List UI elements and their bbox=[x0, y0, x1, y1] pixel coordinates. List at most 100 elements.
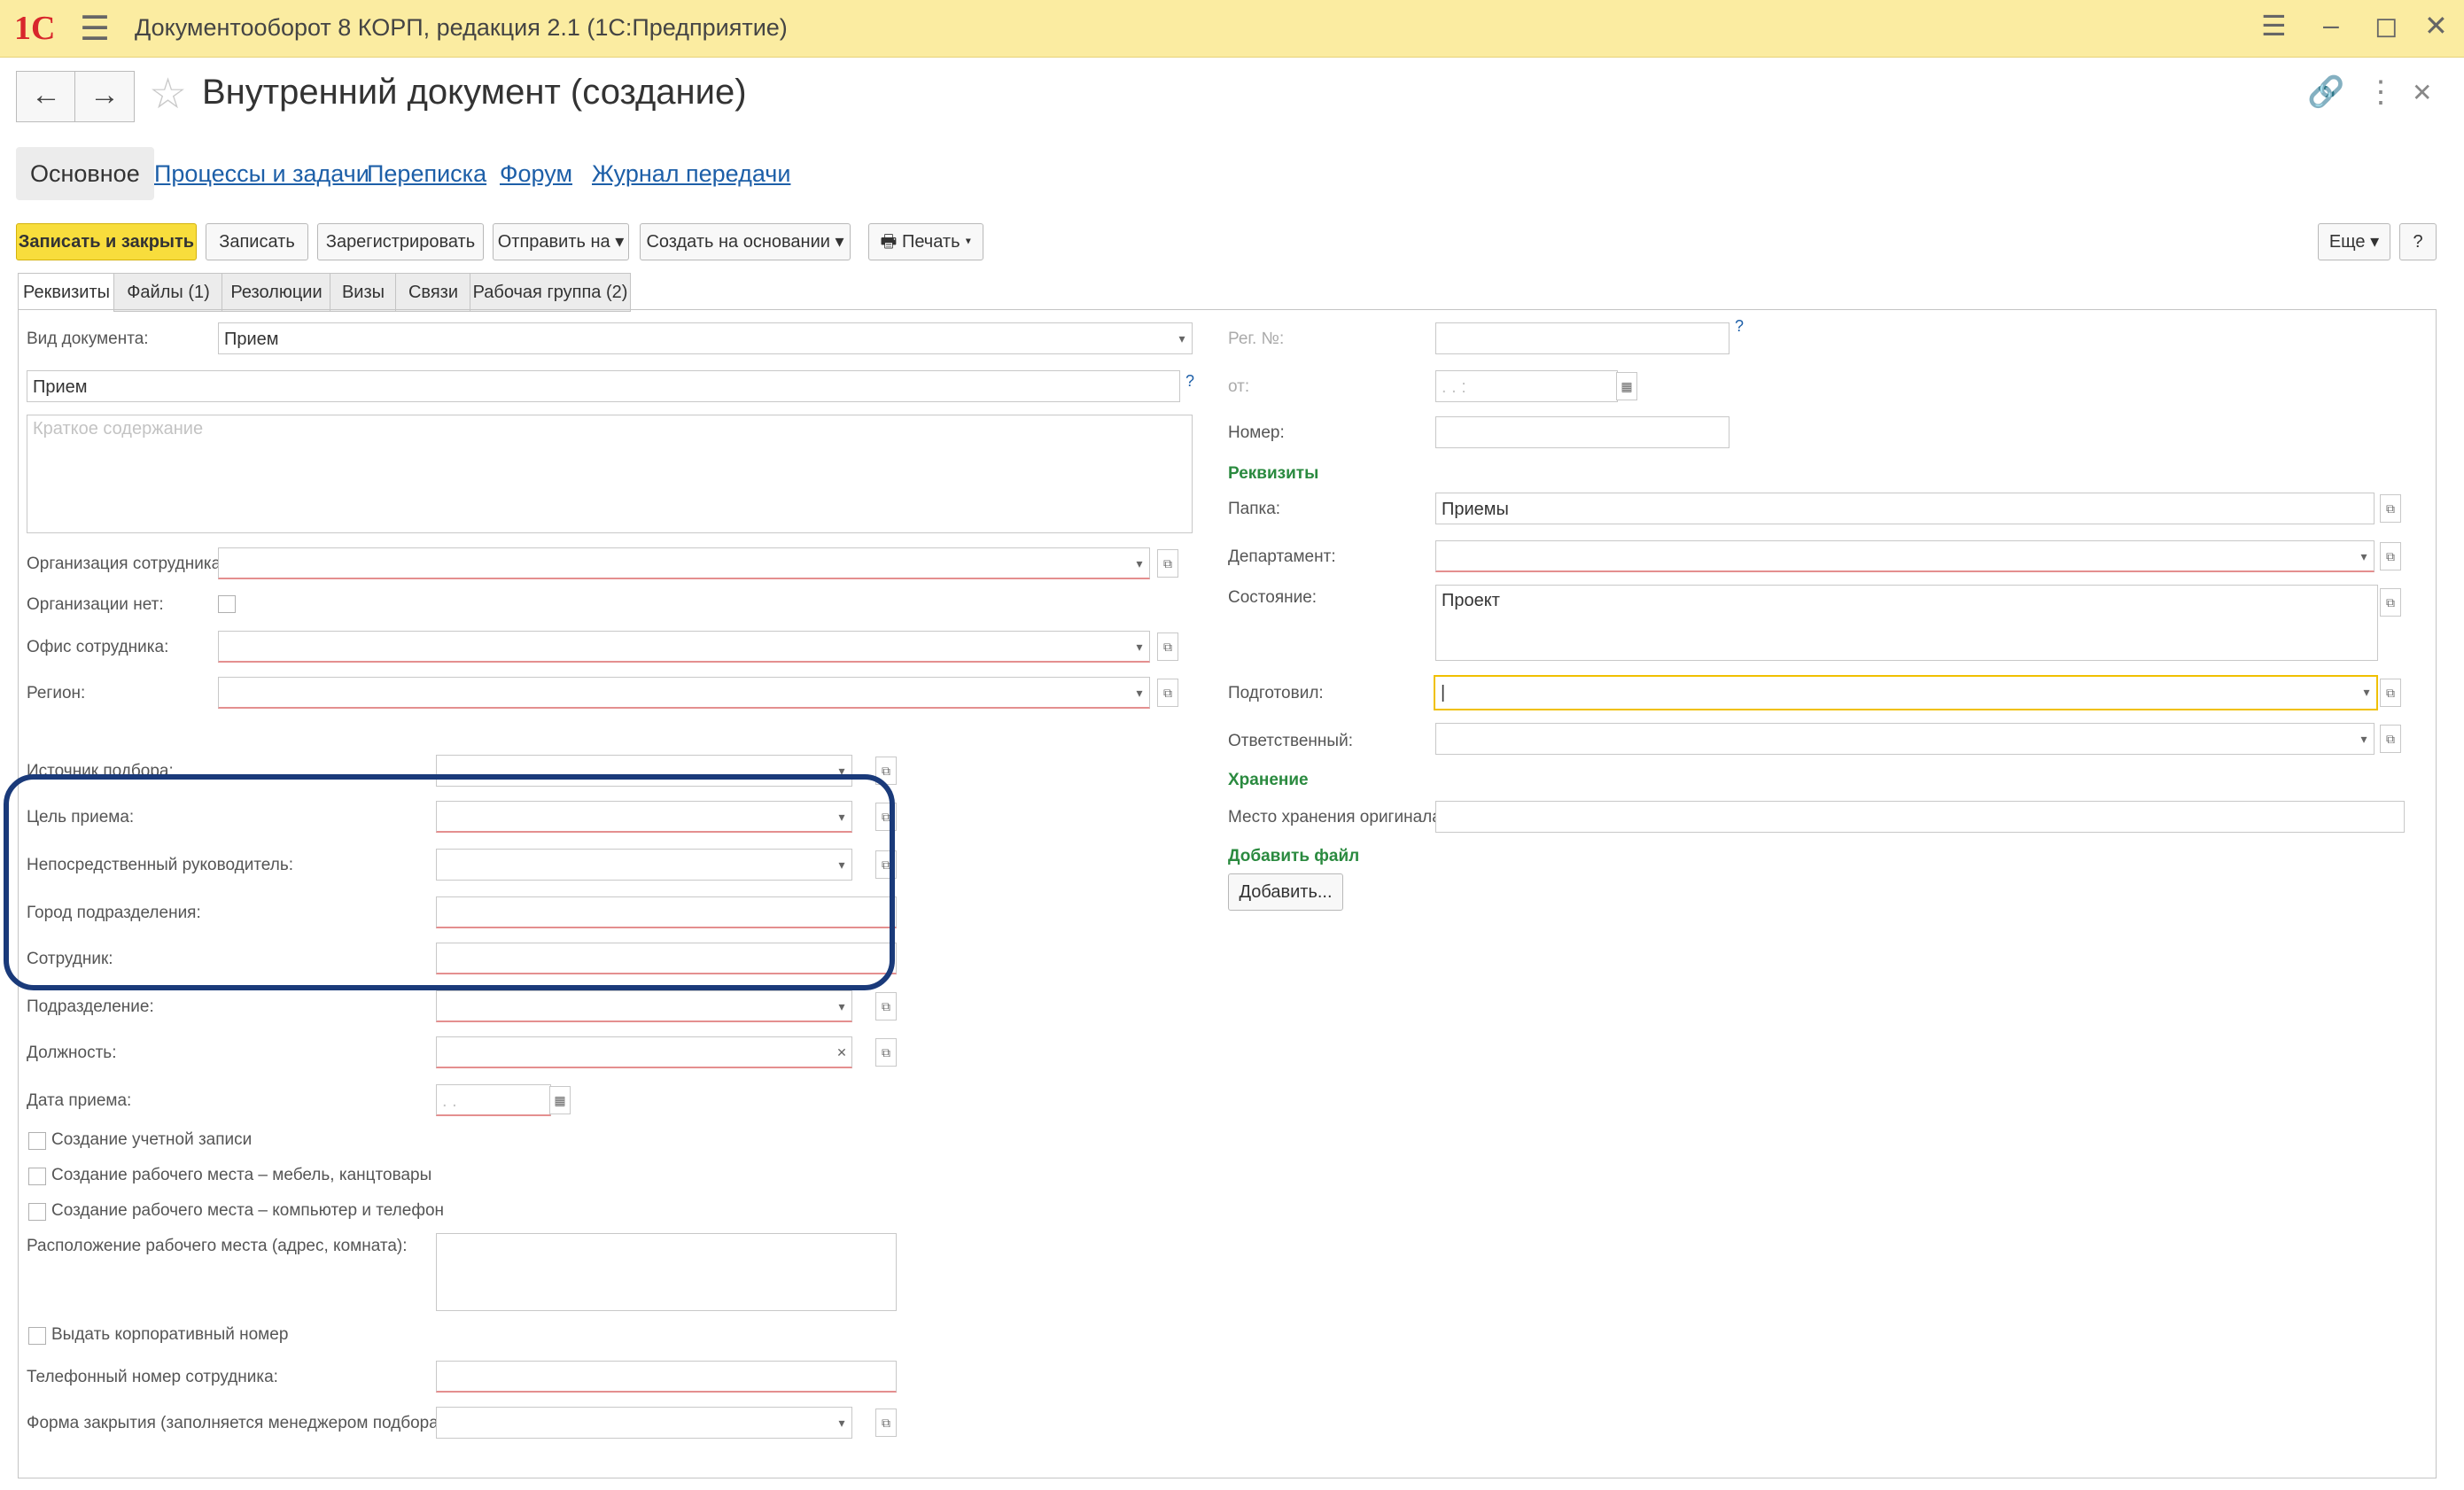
section-transfer-log[interactable]: Журнал передачи bbox=[592, 147, 790, 200]
open-icon[interactable]: ⧉ bbox=[2380, 679, 2401, 707]
save-and-close-button[interactable]: Записать и закрыть bbox=[16, 223, 197, 260]
hire-date-placeholder: . . bbox=[442, 1091, 457, 1111]
division-field[interactable]: ▾ bbox=[436, 990, 852, 1022]
open-icon[interactable]: ⧉ bbox=[875, 992, 897, 1020]
org-field[interactable]: ▾ bbox=[218, 547, 1150, 579]
clear-icon[interactable]: ✕ bbox=[832, 1037, 851, 1067]
hire-date-field[interactable]: . . bbox=[436, 1084, 551, 1116]
more-button[interactable]: Еще ▾ bbox=[2318, 223, 2390, 260]
tab-visas[interactable]: Визы bbox=[330, 273, 397, 312]
position-field[interactable]: ✕ bbox=[436, 1036, 852, 1068]
save-button[interactable]: Записать bbox=[206, 223, 308, 260]
position-label: Должность: bbox=[27, 1044, 117, 1062]
dropdown-arrow-icon[interactable]: ▾ bbox=[832, 991, 851, 1020]
title-field[interactable]: Прием bbox=[27, 370, 1180, 402]
dropdown-arrow-icon[interactable]: ▾ bbox=[2357, 677, 2376, 707]
register-button[interactable]: Зарегистрировать bbox=[317, 223, 484, 260]
furniture-checkbox[interactable] bbox=[28, 1168, 46, 1185]
state-field[interactable]: Проект bbox=[1435, 585, 2378, 661]
corp-number-checkbox-label: Выдать корпоративный номер bbox=[51, 1325, 289, 1344]
dropdown-arrow-icon[interactable]: ▾ bbox=[1130, 548, 1149, 578]
link-icon[interactable]: 🔗 bbox=[2307, 74, 2344, 110]
open-icon[interactable]: ⧉ bbox=[2380, 494, 2401, 523]
dropdown-arrow-icon[interactable]: ▾ bbox=[2354, 724, 2374, 754]
print-button[interactable]: 🖶 Печать ▾ bbox=[868, 223, 983, 260]
storage-group-header: Хранение bbox=[1228, 771, 1309, 789]
no-org-checkbox[interactable] bbox=[218, 595, 236, 613]
dropdown-arrow-icon: ▾ bbox=[615, 232, 625, 252]
hamburger-menu-icon[interactable]: ☰ bbox=[80, 9, 110, 49]
tab-resolutions[interactable]: Резолюции bbox=[222, 273, 331, 312]
back-button[interactable]: ← bbox=[16, 71, 76, 122]
hire-date-label: Дата приема: bbox=[27, 1091, 132, 1110]
tab-work-group[interactable]: Рабочая группа (2) bbox=[470, 273, 631, 312]
open-icon[interactable]: ⧉ bbox=[1157, 679, 1178, 707]
tab-requisites[interactable]: Реквизиты bbox=[18, 273, 115, 312]
send-to-button[interactable]: Отправить на ▾ bbox=[493, 223, 629, 260]
doc-type-field[interactable]: Прием ▾ bbox=[218, 322, 1193, 354]
number-field[interactable] bbox=[1435, 416, 1729, 448]
add-file-button[interactable]: Добавить... bbox=[1228, 873, 1343, 911]
open-icon[interactable]: ⧉ bbox=[2380, 542, 2401, 570]
open-icon[interactable]: ⧉ bbox=[1157, 549, 1178, 578]
help-hint-icon[interactable]: ? bbox=[1735, 317, 1744, 336]
forward-button[interactable]: → bbox=[74, 71, 135, 122]
close-form-icon[interactable]: ✕ bbox=[2412, 78, 2432, 107]
summary-textarea[interactable]: Краткое содержание bbox=[27, 415, 1193, 533]
corp-number-checkbox[interactable] bbox=[28, 1327, 46, 1345]
storage-place-field[interactable] bbox=[1435, 801, 2405, 833]
section-correspondence[interactable]: Переписка bbox=[367, 147, 486, 200]
open-icon[interactable]: ⧉ bbox=[2380, 588, 2401, 617]
section-main[interactable]: Основное bbox=[16, 147, 154, 200]
department-field[interactable]: ▾ bbox=[1435, 540, 2375, 572]
tab-links[interactable]: Связи bbox=[395, 273, 471, 312]
1c-logo: 1С bbox=[14, 10, 56, 47]
workplace-textarea[interactable] bbox=[436, 1233, 897, 1311]
tab-files[interactable]: Файлы (1) bbox=[113, 273, 223, 312]
open-icon[interactable]: ⧉ bbox=[875, 1409, 897, 1437]
section-forum[interactable]: Форум bbox=[500, 147, 572, 200]
maximize-icon[interactable]: ◻ bbox=[2375, 9, 2398, 43]
dropdown-arrow-icon[interactable]: ▾ bbox=[832, 1408, 851, 1438]
add-file-group-header: Добавить файл bbox=[1228, 847, 1360, 865]
dropdown-arrow-icon[interactable]: ▾ bbox=[1172, 323, 1192, 353]
from-label: от: bbox=[1228, 377, 1250, 396]
workplace-label: Расположение рабочего места (адрес, комн… bbox=[27, 1237, 408, 1255]
region-field[interactable]: ▾ bbox=[218, 677, 1150, 709]
dropdown-arrow-icon[interactable]: ▾ bbox=[1130, 632, 1149, 661]
folder-field[interactable]: Приемы bbox=[1435, 493, 2375, 524]
calendar-icon[interactable]: ▦ bbox=[1616, 372, 1637, 400]
phone-field[interactable] bbox=[436, 1361, 897, 1393]
create-based-on-button[interactable]: Создать на основании ▾ bbox=[640, 223, 851, 260]
office-field[interactable]: ▾ bbox=[218, 631, 1150, 663]
settings-menu-icon[interactable]: ☰ bbox=[2261, 9, 2287, 43]
phone-label: Телефонный номер сотрудника: bbox=[27, 1368, 278, 1386]
responsible-field[interactable]: ▾ bbox=[1435, 723, 2375, 755]
reg-no-label: Рег. №: bbox=[1228, 330, 1285, 348]
open-icon[interactable]: ⧉ bbox=[875, 1038, 897, 1067]
minimize-icon[interactable]: – bbox=[2323, 9, 2339, 42]
office-label: Офис сотрудника: bbox=[27, 638, 169, 656]
dropdown-arrow-icon: ▾ bbox=[835, 232, 844, 252]
doc-type-value: Прием bbox=[224, 330, 279, 349]
from-date-field[interactable]: . . : bbox=[1435, 370, 1618, 402]
favorite-star-icon[interactable]: ☆ bbox=[149, 69, 187, 119]
more-label: Еще bbox=[2328, 232, 2366, 252]
close-window-icon[interactable]: ✕ bbox=[2424, 9, 2448, 43]
account-checkbox[interactable] bbox=[28, 1132, 46, 1150]
more-actions-icon[interactable]: ⋮ bbox=[2366, 74, 2396, 110]
folder-value: Приемы bbox=[1442, 500, 1509, 519]
closing-form-field[interactable]: ▾ bbox=[436, 1407, 852, 1439]
help-hint-icon[interactable]: ? bbox=[1185, 372, 1194, 391]
furniture-checkbox-label: Создание рабочего места – мебель, канцто… bbox=[51, 1166, 432, 1184]
dropdown-arrow-icon[interactable]: ▾ bbox=[2354, 541, 2374, 570]
help-button[interactable]: ? bbox=[2399, 223, 2437, 260]
calendar-icon[interactable]: ▦ bbox=[549, 1086, 571, 1114]
reg-no-field[interactable] bbox=[1435, 322, 1729, 354]
dropdown-arrow-icon[interactable]: ▾ bbox=[1130, 678, 1149, 707]
prepared-field[interactable]: | ▾ bbox=[1434, 675, 2378, 710]
section-processes[interactable]: Процессы и задачи bbox=[154, 147, 369, 200]
computer-checkbox[interactable] bbox=[28, 1203, 46, 1221]
open-icon[interactable]: ⧉ bbox=[2380, 725, 2401, 753]
open-icon[interactable]: ⧉ bbox=[1157, 632, 1178, 661]
